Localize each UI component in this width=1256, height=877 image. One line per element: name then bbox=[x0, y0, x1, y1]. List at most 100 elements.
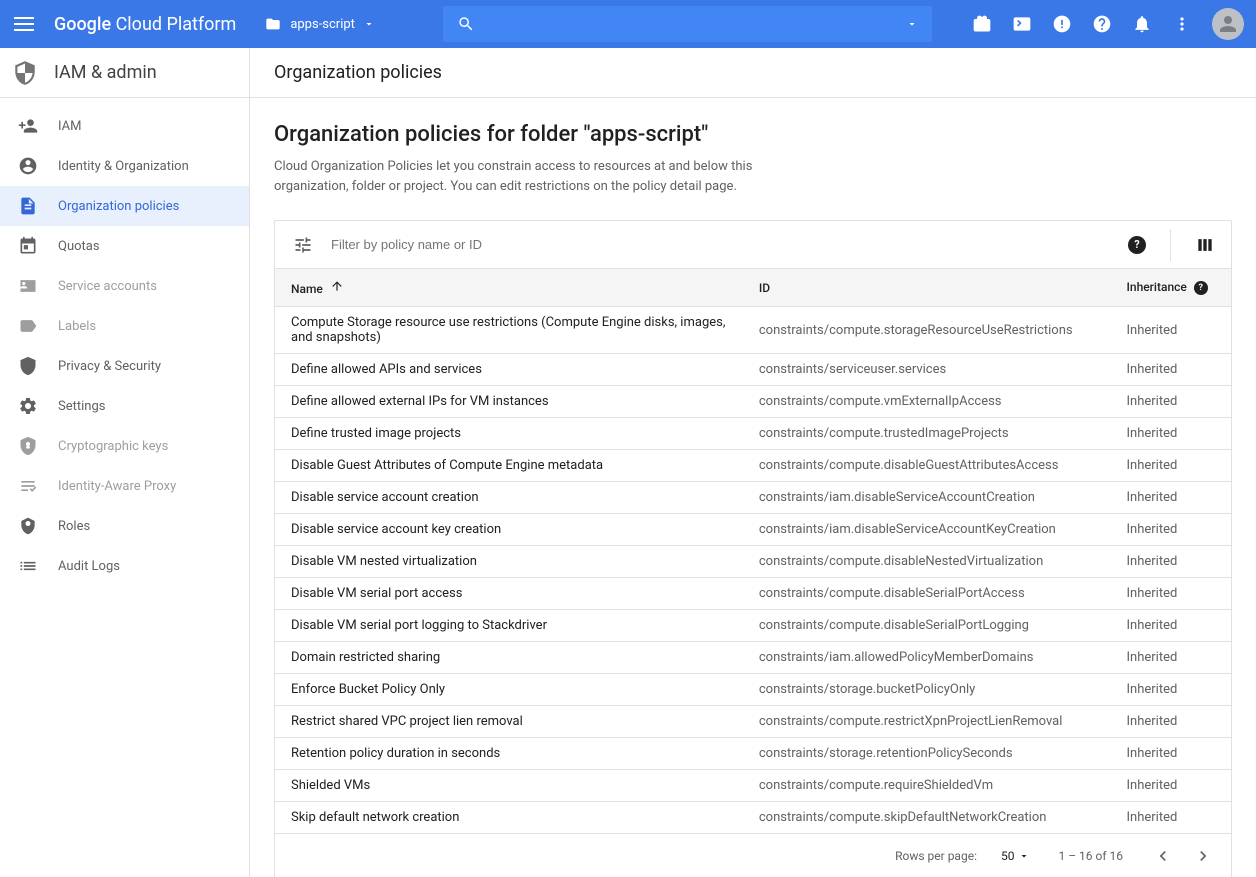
policies-table: Name ID Inheritance ? Comp bbox=[275, 269, 1231, 834]
table-row[interactable]: Shielded VMsconstraints/compute.requireS… bbox=[275, 770, 1231, 802]
page-description: Cloud Organization Policies let you cons… bbox=[274, 157, 794, 196]
table-row[interactable]: Disable service account key creationcons… bbox=[275, 514, 1231, 546]
content-header: Organization policies bbox=[250, 48, 1256, 98]
account-circle-icon bbox=[18, 156, 38, 176]
help-icon[interactable]: ? bbox=[1128, 236, 1146, 254]
policy-inheritance-cell: Inherited bbox=[1111, 450, 1232, 482]
person-icon bbox=[1216, 12, 1240, 36]
columns-icon[interactable] bbox=[1195, 235, 1215, 255]
policy-id-cell: constraints/compute.disableSerialPortLog… bbox=[743, 610, 1111, 642]
sidebar-item-settings[interactable]: Settings bbox=[0, 386, 249, 426]
previous-page-button[interactable] bbox=[1151, 844, 1175, 868]
policy-id-cell: constraints/iam.disableServiceAccountKey… bbox=[743, 514, 1111, 546]
cloudshell-icon[interactable] bbox=[1012, 14, 1032, 34]
table-row[interactable]: Enforce Bucket Policy Onlyconstraints/st… bbox=[275, 674, 1231, 706]
policy-id-cell: constraints/storage.retentionPolicySecon… bbox=[743, 738, 1111, 770]
col-inheritance-header[interactable]: Inheritance ? bbox=[1111, 269, 1232, 307]
table-row[interactable]: Define allowed external IPs for VM insta… bbox=[275, 386, 1231, 418]
sidebar-item-audit-logs[interactable]: Audit Logs bbox=[0, 546, 249, 586]
table-row[interactable]: Disable Guest Attributes of Compute Engi… bbox=[275, 450, 1231, 482]
header-actions bbox=[932, 8, 1244, 40]
content-area: Organization policies Organization polic… bbox=[250, 48, 1256, 877]
table-row[interactable]: Retention policy duration in secondscons… bbox=[275, 738, 1231, 770]
col-name-header[interactable]: Name bbox=[275, 269, 743, 307]
policy-name-cell: Disable VM nested virtualization bbox=[275, 546, 743, 578]
sidebar-header: IAM & admin bbox=[0, 48, 249, 98]
filter-icon[interactable] bbox=[291, 233, 315, 257]
project-name: apps-script bbox=[290, 17, 355, 32]
policy-inheritance-cell: Inherited bbox=[1111, 307, 1232, 354]
policy-inheritance-cell: Inherited bbox=[1111, 578, 1232, 610]
policy-name-cell: Skip default network creation bbox=[275, 802, 743, 834]
help-icon[interactable] bbox=[1092, 14, 1112, 34]
table-row[interactable]: Disable VM serial port logging to Stackd… bbox=[275, 610, 1231, 642]
table-row[interactable]: Disable service account creationconstrai… bbox=[275, 482, 1231, 514]
table-row[interactable]: Define allowed APIs and servicesconstrai… bbox=[275, 354, 1231, 386]
sidebar-item-iam[interactable]: IAM bbox=[0, 106, 249, 146]
project-picker[interactable]: apps-script bbox=[256, 12, 383, 36]
table-row[interactable]: Disable VM nested virtualizationconstrai… bbox=[275, 546, 1231, 578]
chevron-down-icon bbox=[363, 18, 375, 30]
chevron-down-icon[interactable] bbox=[906, 18, 918, 30]
policy-id-cell: constraints/compute.disableSerialPortAcc… bbox=[743, 578, 1111, 610]
sidebar-item-identity-organization[interactable]: Identity & Organization bbox=[0, 146, 249, 186]
folder-icon bbox=[264, 16, 282, 32]
sidebar-item-label: Settings bbox=[58, 399, 105, 414]
brand-prefix: Google bbox=[54, 14, 111, 35]
table-row[interactable]: Disable VM serial port accessconstraints… bbox=[275, 578, 1231, 610]
table-row[interactable]: Skip default network creationconstraints… bbox=[275, 802, 1231, 834]
brand-logo[interactable]: Google Cloud Platform bbox=[54, 14, 236, 35]
policy-inheritance-cell: Inherited bbox=[1111, 418, 1232, 450]
chevron-down-icon bbox=[1018, 850, 1030, 862]
grid-calendar-icon bbox=[18, 236, 38, 256]
table-row[interactable]: Define trusted image projectsconstraints… bbox=[275, 418, 1231, 450]
notifications-icon[interactable] bbox=[1132, 14, 1152, 34]
menu-button[interactable] bbox=[12, 12, 36, 36]
filter-input[interactable] bbox=[331, 237, 1128, 252]
policy-name-cell: Disable service account creation bbox=[275, 482, 743, 514]
policy-inheritance-cell: Inherited bbox=[1111, 610, 1232, 642]
key-shield-icon bbox=[18, 436, 38, 456]
sidebar: IAM & admin IAMIdentity & OrganizationOr… bbox=[0, 48, 250, 877]
policy-inheritance-cell: Inherited bbox=[1111, 642, 1232, 674]
shield-icon bbox=[18, 356, 38, 376]
search-input[interactable] bbox=[485, 16, 906, 32]
gift-icon[interactable] bbox=[972, 14, 992, 34]
more-vertical-icon[interactable] bbox=[1172, 14, 1192, 34]
next-page-button[interactable] bbox=[1191, 844, 1215, 868]
chevron-left-icon bbox=[1153, 846, 1173, 866]
policy-inheritance-cell: Inherited bbox=[1111, 706, 1232, 738]
col-name-label: Name bbox=[291, 282, 323, 296]
policy-name-cell: Enforce Bucket Policy Only bbox=[275, 674, 743, 706]
sidebar-item-roles[interactable]: Roles bbox=[0, 506, 249, 546]
policy-inheritance-cell: Inherited bbox=[1111, 738, 1232, 770]
sort-up-icon bbox=[330, 279, 344, 293]
proxy-icon bbox=[18, 476, 38, 496]
policy-id-cell: constraints/compute.restrictXpnProjectLi… bbox=[743, 706, 1111, 738]
sidebar-item-label: Cryptographic keys bbox=[58, 439, 168, 454]
divider bbox=[1170, 229, 1171, 261]
policy-id-cell: constraints/compute.requireShieldedVm bbox=[743, 770, 1111, 802]
sidebar-item-label: Privacy & Security bbox=[58, 359, 161, 374]
policy-inheritance-cell: Inherited bbox=[1111, 802, 1232, 834]
user-avatar[interactable] bbox=[1212, 8, 1244, 40]
policy-name-cell: Define allowed APIs and services bbox=[275, 354, 743, 386]
sidebar-item-organization-policies[interactable]: Organization policies bbox=[0, 186, 249, 226]
policy-name-cell: Disable Guest Attributes of Compute Engi… bbox=[275, 450, 743, 482]
col-id-header[interactable]: ID bbox=[743, 269, 1111, 307]
help-icon[interactable]: ? bbox=[1194, 281, 1208, 295]
search-bar[interactable] bbox=[443, 6, 932, 42]
policy-name-cell: Domain restricted sharing bbox=[275, 642, 743, 674]
page-title: Organization policies for folder "apps-s… bbox=[274, 122, 1232, 147]
alert-icon[interactable] bbox=[1052, 14, 1072, 34]
policy-name-cell: Define trusted image projects bbox=[275, 418, 743, 450]
sidebar-item-privacy-security[interactable]: Privacy & Security bbox=[0, 346, 249, 386]
table-row[interactable]: Domain restricted sharingconstraints/iam… bbox=[275, 642, 1231, 674]
policy-id-cell: constraints/iam.allowedPolicyMemberDomai… bbox=[743, 642, 1111, 674]
table-row[interactable]: Compute Storage resource use restriction… bbox=[275, 307, 1231, 354]
rows-per-page-select[interactable]: 50 bbox=[1001, 849, 1031, 863]
sidebar-item-identity-aware-proxy: Identity-Aware Proxy bbox=[0, 466, 249, 506]
policy-name-cell: Shielded VMs bbox=[275, 770, 743, 802]
sidebar-item-quotas[interactable]: Quotas bbox=[0, 226, 249, 266]
table-row[interactable]: Restrict shared VPC project lien removal… bbox=[275, 706, 1231, 738]
